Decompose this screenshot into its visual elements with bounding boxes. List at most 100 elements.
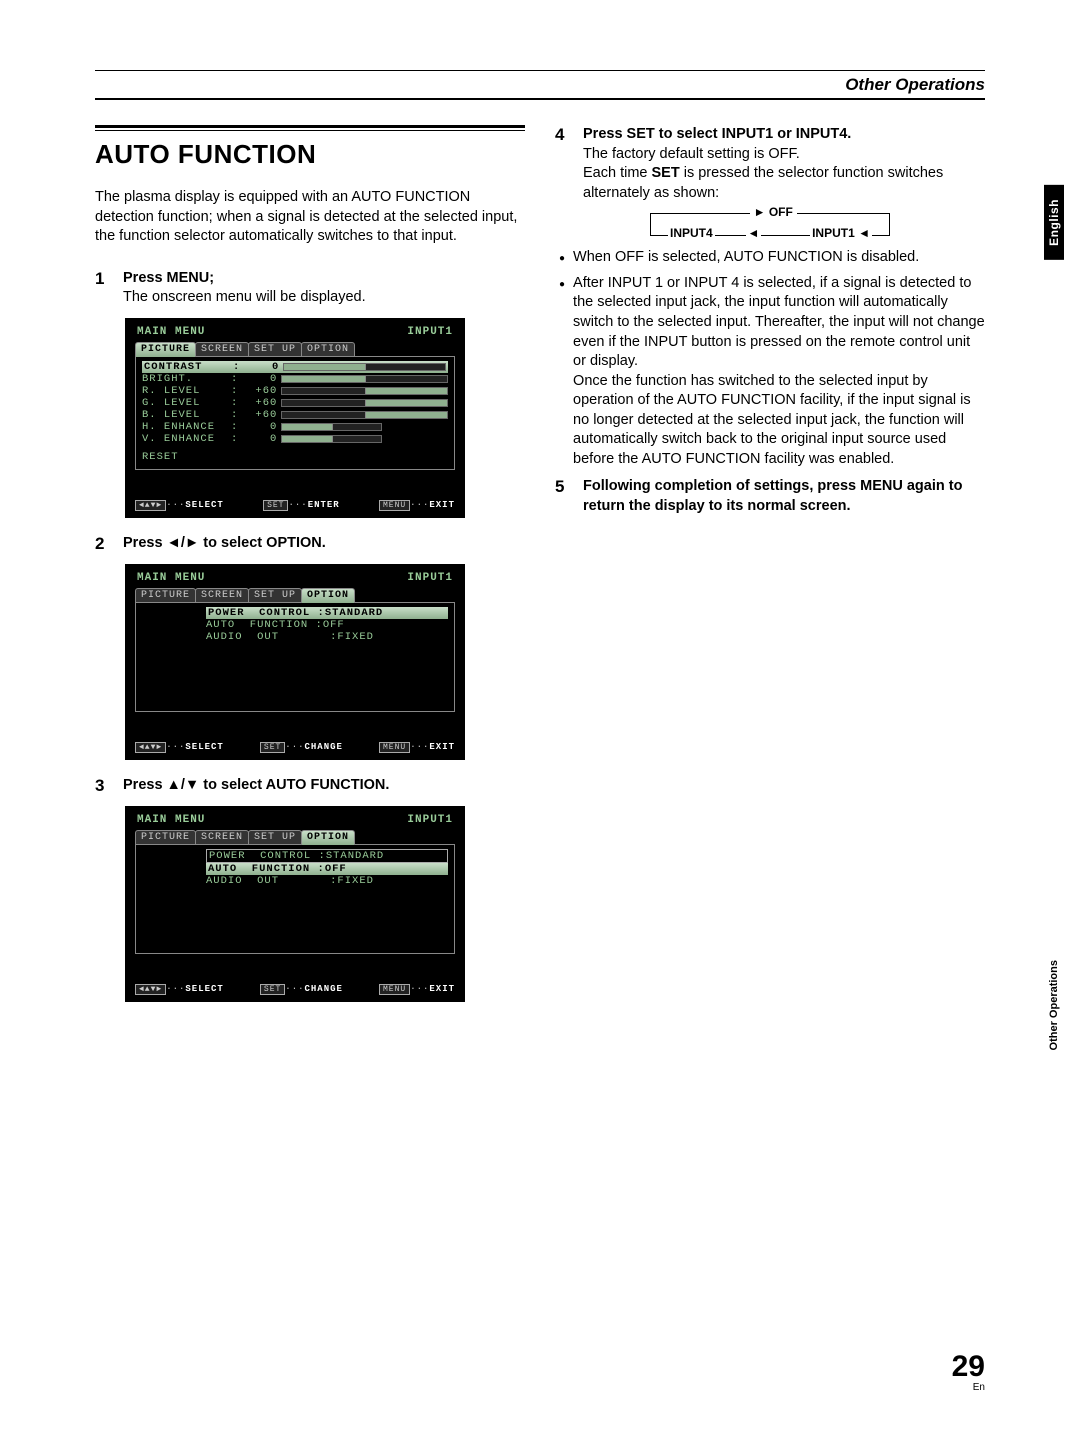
osd-bright-val: 0 [242,373,277,385]
page-title: AUTO FUNCTION [95,139,525,170]
osd3-auto: AUTO FUNCTION :OFF [206,863,448,875]
osd2-input: INPUT1 [407,572,453,584]
osd3-foot-menu: MENU [379,984,410,995]
page-lang: En [952,1382,985,1393]
section-side-label: Other Operations [1048,960,1060,1050]
step4-num: 4 [555,125,573,203]
step5-head: Following completion of settings, press … [583,478,962,514]
bullet2-text: After INPUT 1 or INPUT 4 is selected, if… [573,275,985,369]
osd1-tab-screen: SCREEN [195,342,249,357]
osd-venh-label: V. ENHANCE [142,433,227,445]
osd-foot-enter: ENTER [308,500,340,510]
osd3-title: MAIN MENU [137,814,205,826]
osd-reset: RESET [142,451,448,463]
step2-num: 2 [95,534,113,554]
bullet-icon: ● [559,278,565,470]
step-4: 4 Press SET to select INPUT1 or INPUT4. … [555,125,985,203]
osd3-foot-select: SELECT [185,984,223,994]
osd2-title: MAIN MENU [137,572,205,584]
step-3: 3 Press ▲/▼ to select AUTO FUNCTION. [95,776,525,796]
bullet2b-text: Once the function has switched to the se… [573,373,971,467]
osd-venh-val: 0 [242,433,277,445]
osd2-foot-set: SET [260,742,285,753]
step-5: 5 Following completion of settings, pres… [555,477,985,516]
right-column: 4 Press SET to select INPUT1 or INPUT4. … [555,125,985,1018]
osd-foot-exit: EXIT [429,500,455,510]
step4-head: Press SET to select INPUT1 or INPUT4. [583,126,851,142]
left-right-arrows-icon: ◄/► [167,535,200,551]
osd-contrast-label: CONTRAST [144,361,229,373]
cycle-off: OFF [769,205,793,219]
osd2-foot-exit: EXIT [429,742,455,752]
step3-post: to select AUTO FUNCTION. [199,777,389,793]
osd-blevel-val: +60 [242,409,277,421]
osd2-tab-screen: SCREEN [195,588,249,603]
osd-glevel-label: G. LEVEL [142,397,227,409]
osd1-input: INPUT1 [407,326,453,338]
cycle-input4: INPUT4 [670,226,713,240]
step1-sub: The onscreen menu will be displayed. [123,289,366,305]
osd3-tab-picture: PICTURE [135,830,196,845]
osd3-foot-change: CHANGE [305,984,343,994]
page-num-value: 29 [952,1350,985,1383]
osd2-foot-menu: MENU [379,742,410,753]
osd2-power: POWER CONTROL :STANDARD [206,607,448,619]
cycle-input1: INPUT1 [812,226,855,240]
cycle-diagram: ► OFF INPUT4 ◄ INPUT1 ◄ [650,213,890,236]
step2-pre: Press [123,535,167,551]
osd-menu-1: MAIN MENU INPUT1 PICTURE SCREEN SET UP O… [125,318,465,518]
osd1-tab-option: OPTION [301,342,355,357]
osd-rlevel-label: R. LEVEL [142,385,227,397]
step-1: 1 Press MENU; The onscreen menu will be … [95,269,525,308]
step3-pre: Press [123,777,167,793]
osd3-tab-screen: SCREEN [195,830,249,845]
osd-henh-val: 0 [242,421,277,433]
osd1-tab-setup: SET UP [248,342,302,357]
step4-set: SET [652,165,680,181]
bullet-list: ● When OFF is selected, AUTO FUNCTION is… [559,248,985,469]
osd1-title: MAIN MENU [137,326,205,338]
header-section: Other Operations [845,75,985,95]
left-column: AUTO FUNCTION The plasma display is equi… [95,125,525,1018]
osd2-tab-picture: PICTURE [135,588,196,603]
osd-blevel-label: B. LEVEL [142,409,227,421]
dpad-icon: ◄▲▼► [135,500,166,511]
step-2: 2 Press ◄/► to select OPTION. [95,534,525,554]
osd-menu-2: MAIN MENU INPUT1 PICTURE SCREEN SET UP O… [125,564,465,760]
osd-foot-select: SELECT [185,500,223,510]
step1-num: 1 [95,269,113,308]
osd2-audio: AUDIO OUT :FIXED [206,631,448,643]
osd2-auto: AUTO FUNCTION :OFF [206,619,448,631]
step2-post: to select OPTION. [199,535,326,551]
osd3-power: POWER CONTROL :STANDARD [206,849,448,863]
osd-glevel-val: +60 [242,397,277,409]
osd-rlevel-val: +60 [242,385,277,397]
osd2-foot-select: SELECT [185,742,223,752]
osd3-foot-set: SET [260,984,285,995]
step1-head: Press MENU; [123,270,214,286]
osd3-tab-setup: SET UP [248,830,302,845]
osd-menu-3: MAIN MENU INPUT1 PICTURE SCREEN SET UP O… [125,806,465,1002]
step5-num: 5 [555,477,573,516]
osd-foot-menu: MENU [379,500,410,511]
page-number: 29 En [952,1350,985,1393]
osd-henh-label: H. ENHANCE [142,421,227,433]
bullet-icon: ● [559,252,565,268]
osd3-audio: AUDIO OUT :FIXED [206,875,448,887]
step3-num: 3 [95,776,113,796]
osd3-input: INPUT1 [407,814,453,826]
osd2-tab-option: OPTION [301,588,355,603]
language-tab: English [1044,185,1064,260]
osd-foot-set: SET [263,500,288,511]
osd3-tab-option: OPTION [301,830,355,845]
osd-bright-label: BRIGHT. [142,373,227,385]
osd2-tab-setup: SET UP [248,588,302,603]
osd3-foot-exit: EXIT [429,984,455,994]
up-down-arrows-icon: ▲/▼ [167,777,200,793]
step4-line2a: Each time [583,165,652,181]
step4-line1: The factory default setting is OFF. [583,146,800,162]
bullet1-text: When OFF is selected, AUTO FUNCTION is d… [573,248,919,268]
osd2-foot-change: CHANGE [305,742,343,752]
osd1-tab-picture: PICTURE [135,342,196,357]
osd-contrast-val: 0 [244,361,279,373]
